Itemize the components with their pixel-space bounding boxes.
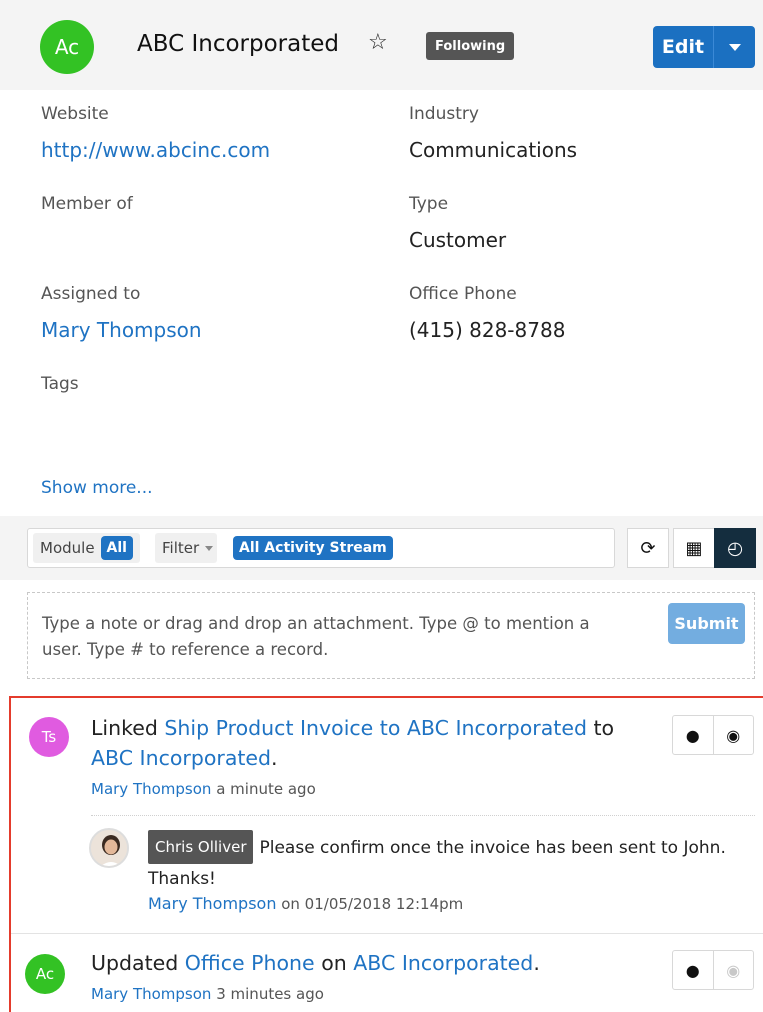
assigned-to-label: Assigned to <box>41 284 141 304</box>
show-more-link[interactable]: Show more... <box>41 478 153 498</box>
refresh-button[interactable]: ⟳ <box>627 528 669 568</box>
module-label: Module <box>40 539 95 557</box>
highlight-border-top <box>9 696 763 698</box>
activity-summary: Linked Ship Product Invoice to ABC Incor… <box>91 713 651 773</box>
filter-value-pill[interactable]: All Activity Stream <box>233 536 393 560</box>
comment-author-link[interactable]: Mary Thompson <box>148 894 276 913</box>
edit-button[interactable]: Edit <box>653 26 713 68</box>
author-link[interactable]: Mary Thompson <box>91 985 211 1003</box>
activity-verb: Linked <box>91 716 158 740</box>
office-phone-label: Office Phone <box>409 284 517 304</box>
module-filter[interactable]: Module All <box>33 533 140 563</box>
preview-button[interactable]: ◉ <box>712 716 754 754</box>
member-of-label: Member of <box>41 194 133 214</box>
activity-end: . <box>271 746 278 770</box>
list-view-button[interactable]: ▦ <box>673 528 715 568</box>
eye-icon: ◉ <box>726 725 741 745</box>
record-title: ABC Incorporated <box>137 31 340 57</box>
comment-divider <box>91 815 755 816</box>
activity-view-button[interactable]: ◴ <box>714 528 756 568</box>
commenter-avatar <box>89 828 129 868</box>
activity-end: . <box>533 951 540 975</box>
activity-time: 3 minutes ago <box>216 985 324 1003</box>
edit-dropdown-button[interactable] <box>713 26 755 68</box>
type-value[interactable]: Customer <box>409 228 506 252</box>
comment-icon: ● <box>685 960 700 980</box>
star-outline-icon[interactable]: ☆ <box>368 30 388 55</box>
chevron-down-icon <box>205 545 214 551</box>
activity-summary: Updated Office Phone on ABC Incorporated… <box>91 948 651 978</box>
record-avatar: Ac <box>40 20 94 74</box>
activity-connector: to <box>593 716 615 740</box>
following-badge[interactable]: Following <box>426 32 515 60</box>
note-composer[interactable]: Type a note or drag and drop an attachme… <box>27 592 755 679</box>
record-header: Ac ABC Incorporated ☆ Following Edit <box>0 0 763 90</box>
refresh-icon: ⟳ <box>640 537 656 559</box>
type-label: Type <box>409 194 449 214</box>
activity-meta: Mary Thompson 3 minutes ago <box>91 985 324 1003</box>
preview-button[interactable]: ◉ <box>712 951 754 989</box>
activity-avatar: Ac <box>25 954 65 994</box>
activity-time: a minute ago <box>216 780 316 798</box>
comment-meta: Mary Thompson on 01/05/2018 12:14pm <box>148 894 463 913</box>
industry-label: Industry <box>409 104 479 124</box>
linked-record-link[interactable]: Ship Product Invoice to ABC Incorporated <box>164 716 587 740</box>
activity-actions: ● ◉ <box>672 715 754 755</box>
comment-time: on 01/05/2018 12:14pm <box>281 895 464 913</box>
edit-button-group: Edit <box>653 26 755 68</box>
highlight-border-left <box>9 696 11 1012</box>
activity-avatar: Ts <box>29 717 69 757</box>
website-link[interactable]: http://www.abcinc.com <box>41 138 270 162</box>
industry-value[interactable]: Communications <box>409 138 577 162</box>
submit-button[interactable]: Submit <box>668 603 745 644</box>
table-icon: ▦ <box>685 537 703 559</box>
clock-icon: ◴ <box>727 537 743 559</box>
activity-verb: Updated <box>91 951 179 975</box>
module-value-pill[interactable]: All <box>100 536 133 560</box>
website-label: Website <box>41 104 109 124</box>
activity-meta: Mary Thompson a minute ago <box>91 780 316 798</box>
filter-dropdown[interactable]: Filter <box>155 533 218 563</box>
comment-button[interactable]: ● <box>673 716 713 754</box>
filter-value-wrap: All Activity Stream <box>233 536 393 560</box>
tags-label: Tags <box>41 374 79 394</box>
parent-record-link[interactable]: ABC Incorporated <box>91 746 271 770</box>
comment-body: Chris Olliver Please confirm once the inv… <box>148 830 748 894</box>
field-link[interactable]: Office Phone <box>185 951 315 975</box>
mention-tag[interactable]: Chris Olliver <box>148 830 254 864</box>
note-input[interactable]: Type a note or drag and drop an attachme… <box>42 611 602 663</box>
parent-record-link[interactable]: ABC Incorporated <box>353 951 533 975</box>
feed-divider <box>11 933 763 934</box>
person-photo-icon <box>91 830 127 866</box>
office-phone-value[interactable]: (415) 828-8788 <box>409 318 565 342</box>
activity-actions: ● ◉ <box>672 950 754 990</box>
comment-button[interactable]: ● <box>673 951 713 989</box>
comment-icon: ● <box>685 725 700 745</box>
assigned-user-link[interactable]: Mary Thompson <box>41 318 202 342</box>
chevron-down-icon <box>728 43 741 51</box>
eye-icon: ◉ <box>726 960 741 980</box>
activity-connector: on <box>321 951 347 975</box>
filter-label: Filter <box>162 539 200 557</box>
author-link[interactable]: Mary Thompson <box>91 780 211 798</box>
